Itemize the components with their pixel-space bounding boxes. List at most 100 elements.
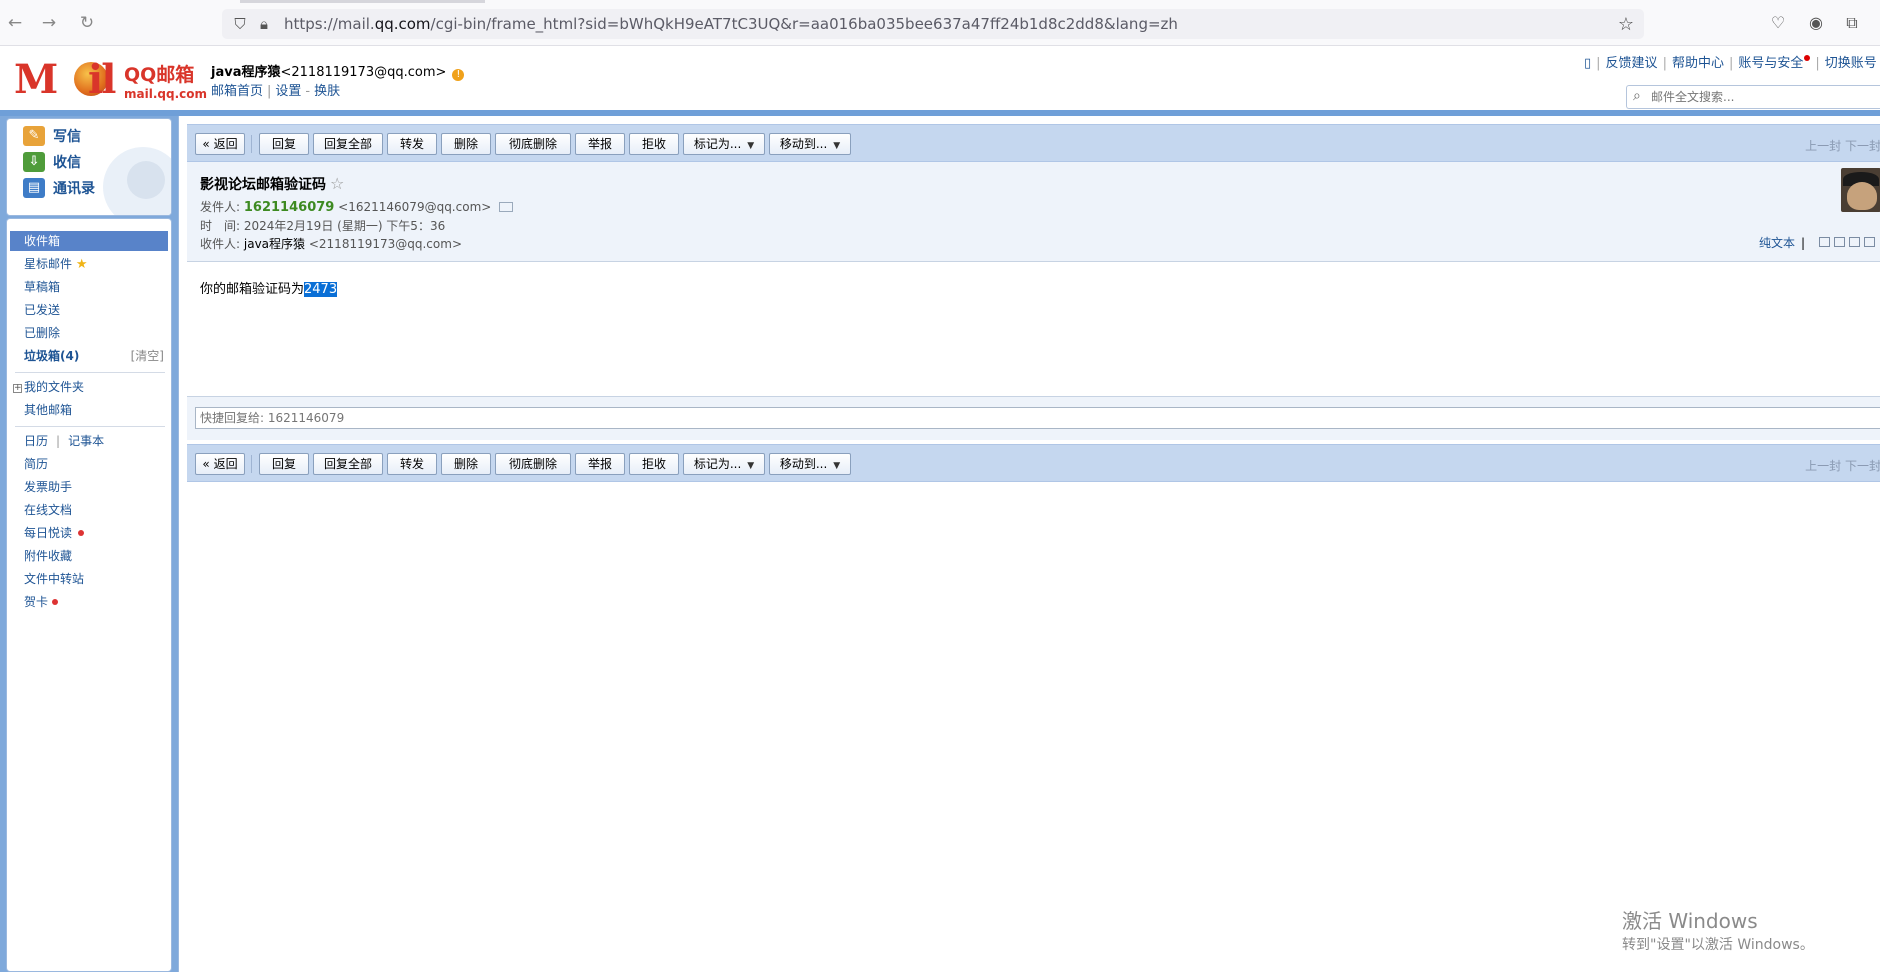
warning-icon[interactable]: ! <box>452 69 465 81</box>
reply-button[interactable]: 回复 <box>259 133 309 155</box>
qqmail-logo[interactable]: M il QQ邮箱 mail.qq.com <box>14 56 207 106</box>
mail-info-panel: 影视论坛邮箱验证码 ☆ 发件人: 1621146079 <1621146079@q… <box>187 162 1880 262</box>
app-invoice[interactable]: 发票助手 <box>10 477 168 497</box>
folder-sent[interactable]: 已发送 <box>10 300 168 320</box>
mail-toolbar-bottom: « 返回 回复 回复全部 转发 删除 彻底删除 举报 拒收 标记为... ▼ 移动… <box>187 444 1880 482</box>
user-name: java程序猿 <box>211 65 281 80</box>
plain-text-link[interactable]: 纯文本 <box>1759 236 1795 250</box>
bookmark-star-icon[interactable]: ☆ <box>1618 14 1634 35</box>
delete-permanently-button[interactable]: 彻底删除 <box>495 133 571 155</box>
folder-starred[interactable]: 星标邮件 ★ <box>10 254 168 274</box>
app-cards[interactable]: 贺卡 <box>10 592 168 612</box>
plain-text-toggle: 纯文本 | <box>1758 236 1805 250</box>
folder-my-folders[interactable]: + 我的文件夹 <box>10 377 168 397</box>
back-button[interactable]: « 返回 <box>195 133 245 155</box>
feedback-link[interactable]: 反馈建议 <box>1606 56 1658 71</box>
folder-other-mail[interactable]: 其他邮箱 <box>10 400 168 420</box>
forward-arrow-icon[interactable]: → <box>38 12 60 34</box>
calendar-link[interactable]: 日历 <box>24 434 48 448</box>
extensions-icon[interactable]: ⧉ <box>1842 13 1862 33</box>
lock-icon[interactable]: 🔒︎ <box>254 14 274 34</box>
pocket-icon[interactable]: ♡ <box>1768 13 1788 33</box>
forward-button[interactable]: 转发 <box>387 453 437 475</box>
reject-button[interactable]: 拒收 <box>629 133 679 155</box>
pencil-icon: ✎ <box>23 126 45 146</box>
mailbox-home-link[interactable]: 邮箱首页 <box>211 84 263 99</box>
sidebar-divider <box>15 426 165 427</box>
reply-all-button[interactable]: 回复全部 <box>313 133 383 155</box>
mark-as-dropdown[interactable]: 标记为... ▼ <box>683 453 765 475</box>
user-info: java程序猿<2118119173@qq.com>! <box>211 61 465 81</box>
address-bar[interactable]: ⛉ 🔒︎ https://mail.qq.com/cgi-bin/frame_h… <box>222 9 1644 39</box>
prev-next-links[interactable]: 上一封 下一封 <box>1805 457 1880 474</box>
download-icon[interactable] <box>1849 237 1860 247</box>
move-to-dropdown[interactable]: 移动到... ▼ <box>769 453 851 475</box>
forward-button[interactable]: 转发 <box>387 133 437 155</box>
mail-search-input[interactable] <box>1651 88 1871 106</box>
contacts-button[interactable]: ▤ 通讯录 <box>23 175 95 201</box>
reject-button[interactable]: 拒收 <box>629 453 679 475</box>
app-transfer[interactable]: 文件中转站 <box>10 569 168 589</box>
skin-link[interactable]: 换肤 <box>314 84 340 99</box>
app-attachments[interactable]: 附件收藏 <box>10 546 168 566</box>
delete-button[interactable]: 删除 <box>441 133 491 155</box>
folder-drafts[interactable]: 草稿箱 <box>10 277 168 297</box>
quick-reply-input[interactable] <box>196 408 1880 428</box>
expand-plus-icon[interactable]: + <box>13 384 22 393</box>
logo-letter: M <box>14 56 58 103</box>
fullscreen-icon[interactable] <box>1834 237 1845 247</box>
app-reading[interactable]: 每日悦读 <box>10 523 168 543</box>
star-outline-icon[interactable]: ☆ <box>330 174 344 193</box>
sender-email[interactable]: <1621146079@qq.com> <box>338 200 491 214</box>
search-icon[interactable]: ⌕ <box>1633 88 1641 104</box>
app-docs[interactable]: 在线文档 <box>10 500 168 520</box>
url-text[interactable]: https://mail.qq.com/cgi-bin/frame_html?s… <box>284 15 1178 33</box>
report-button[interactable]: 举报 <box>575 453 625 475</box>
notes-link[interactable]: 记事本 <box>68 434 104 448</box>
reply-all-button[interactable]: 回复全部 <box>313 453 383 475</box>
user-email: <2118119173@qq.com> <box>280 65 447 80</box>
folder-spam[interactable]: 垃圾箱(4) [清空] <box>10 346 168 366</box>
quick-reply-box[interactable] <box>195 407 1880 429</box>
mail-search-box[interactable]: ⌕ <box>1626 85 1880 109</box>
account-security-link[interactable]: 账号与安全 <box>1738 56 1803 71</box>
move-to-dropdown[interactable]: 移动到... ▼ <box>769 133 851 155</box>
reply-button[interactable]: 回复 <box>259 453 309 475</box>
caret-down-icon: ▼ <box>833 461 841 471</box>
new-window-icon[interactable] <box>1819 237 1830 247</box>
back-button[interactable]: « 返回 <box>195 453 245 475</box>
folder-inbox[interactable]: 收件箱 <box>10 231 168 251</box>
switch-account-link[interactable]: 切换账号 <box>1825 56 1877 71</box>
sender-avatar[interactable] <box>1841 168 1880 212</box>
settings-link[interactable]: 设置 <box>275 84 301 99</box>
header-links: 邮箱首页 | 设置 - 换肤 <box>211 80 340 99</box>
sender-name[interactable]: 1621146079 <box>244 200 334 215</box>
account-icon[interactable]: ◉ <box>1806 13 1826 33</box>
app-resume[interactable]: 简历 <box>10 454 168 474</box>
invoice-label: 发票助手 <box>24 480 73 494</box>
back-arrow-icon[interactable]: ← <box>4 12 26 34</box>
delete-permanently-button[interactable]: 彻底删除 <box>495 453 571 475</box>
print-icon[interactable] <box>1864 237 1875 247</box>
report-button[interactable]: 举报 <box>575 133 625 155</box>
caret-down-icon: ▼ <box>833 141 841 151</box>
phone-icon[interactable]: ▯ <box>1584 56 1591 71</box>
recipient-name[interactable]: java程序猿 <box>244 237 305 251</box>
folder-deleted[interactable]: 已删除 <box>10 323 168 343</box>
contact-card-icon[interactable] <box>499 202 514 212</box>
compose-button[interactable]: ✎ 写信 <box>23 123 81 149</box>
reload-icon[interactable]: ↻ <box>76 12 98 34</box>
sender-row: 发件人: 1621146079 <1621146079@qq.com> <box>200 198 514 215</box>
prev-next-links[interactable]: 上一封 下一封 <box>1805 137 1880 154</box>
help-center-link[interactable]: 帮助中心 <box>1672 56 1724 71</box>
folder-sent-label: 已发送 <box>24 303 61 317</box>
clear-spam-link[interactable]: [清空] <box>131 346 164 366</box>
mark-as-dropdown[interactable]: 标记为... ▼ <box>683 133 765 155</box>
mail-header: M il QQ邮箱 mail.qq.com java程序猿<2118119173… <box>0 46 1880 114</box>
delete-button[interactable]: 删除 <box>441 453 491 475</box>
receive-button[interactable]: ⇩ 收信 <box>23 149 81 175</box>
verification-code[interactable]: 2473 <box>304 282 338 297</box>
subject-text: 影视论坛邮箱验证码 <box>200 177 326 193</box>
tracking-shield-icon[interactable]: ⛉ <box>230 14 250 34</box>
recipient-email[interactable]: <2118119173@qq.com> <box>309 237 462 251</box>
